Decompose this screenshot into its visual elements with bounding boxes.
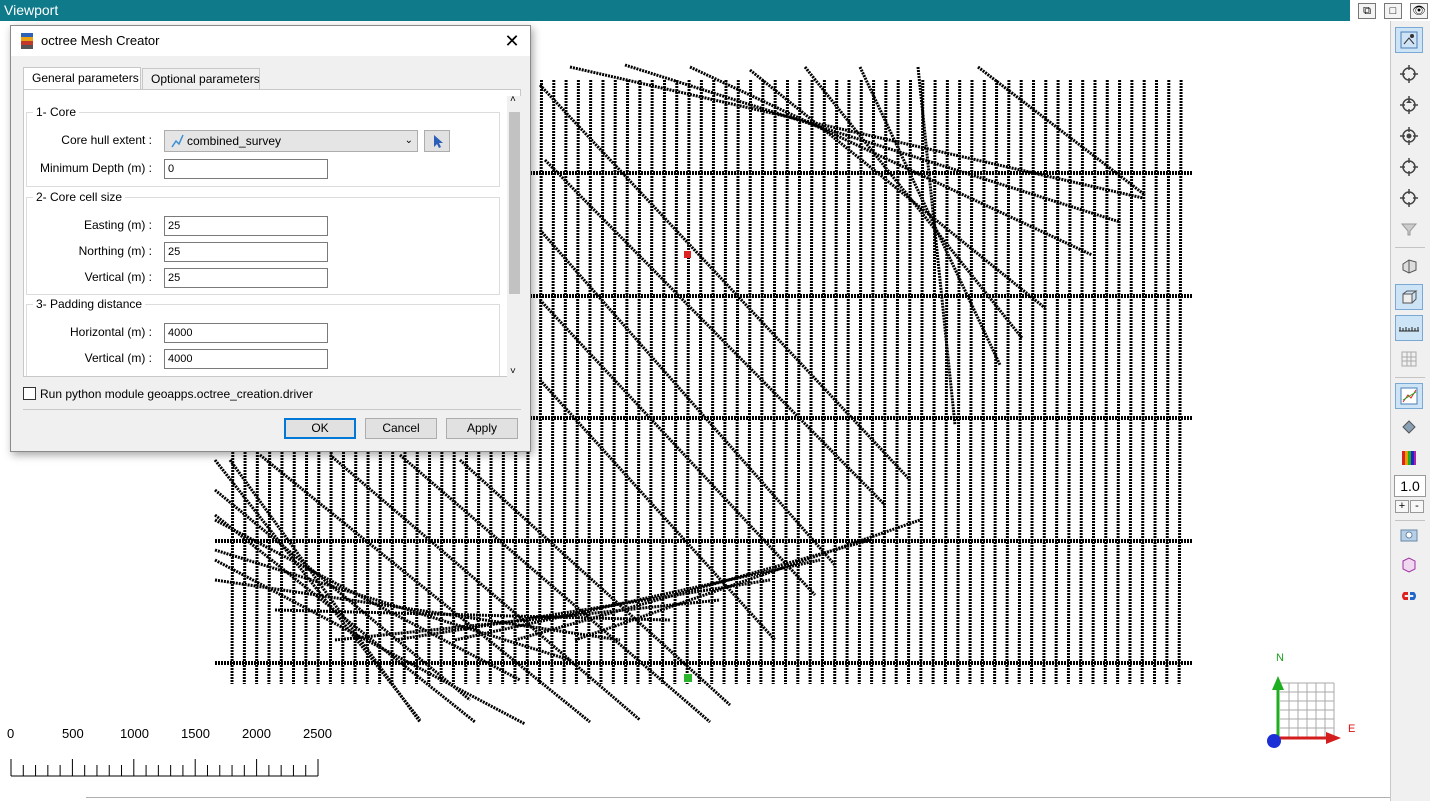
easting-label: Easting (m) : [83, 218, 152, 232]
scale-label: 0 [7, 726, 15, 741]
magnet-icon[interactable] [1395, 583, 1423, 609]
cursor-icon [434, 135, 443, 148]
run-python-label: Run python module geoapps.octree_creatio… [40, 387, 313, 401]
min-depth-input[interactable]: 0 [164, 159, 328, 179]
cancel-button[interactable]: Cancel [365, 418, 437, 439]
padding-vertical-label: Vertical (m) : [84, 351, 152, 365]
core-cell-size-group: 2- Core cell size Easting (m) : 25 North… [26, 190, 500, 295]
min-depth-label: Minimum Depth (m) : [39, 161, 152, 175]
dialog-titlebar: octree Mesh Creator ✕ [11, 26, 530, 56]
zoom-value[interactable]: 1.0 [1394, 475, 1426, 497]
paint-bucket-icon[interactable] [1395, 414, 1423, 440]
dialog-title: octree Mesh Creator [41, 33, 160, 48]
view-east-icon[interactable] [1395, 154, 1423, 180]
easting-input[interactable]: 25 [164, 216, 328, 236]
vertical-input[interactable]: 25 [164, 268, 328, 288]
maximize-icon[interactable]: □ [1384, 3, 1402, 19]
vertical-label: Vertical (m) : [84, 270, 152, 284]
padding-horizontal-input[interactable]: 4000 [164, 323, 328, 343]
filter-icon[interactable] [1395, 216, 1423, 242]
app-icon [21, 33, 33, 49]
orthographic-icon[interactable] [1395, 284, 1423, 310]
padding-vertical-input[interactable]: 4000 [164, 349, 328, 369]
view-center-icon[interactable] [1395, 123, 1423, 149]
northing-label: Northing (m) : [78, 244, 152, 258]
screenshot-icon[interactable] [1395, 521, 1423, 547]
group-title: 1- Core [33, 105, 80, 119]
scale-label: 1000 [120, 726, 149, 741]
viewport-title: Viewport [0, 0, 1350, 21]
tab-general-parameters[interactable]: General parameters [23, 67, 141, 91]
scale-label: 2500 [303, 726, 332, 741]
restore-icon[interactable]: ⧉ [1358, 3, 1376, 19]
chart-icon[interactable] [1395, 383, 1423, 409]
apply-button[interactable]: Apply [446, 418, 518, 439]
axis-triad-graphic [1267, 676, 1341, 748]
core-hull-select[interactable]: combined_survey ⌄ [164, 130, 418, 152]
northing-input[interactable]: 25 [164, 242, 328, 262]
dialog-scrollbar[interactable]: ˄ ˅ [507, 94, 522, 377]
axis-triad: N E [1262, 650, 1362, 750]
scale-label: 2000 [242, 726, 271, 741]
right-toolbar: 1.0 + - [1390, 21, 1430, 801]
pick-object-button[interactable] [424, 130, 450, 152]
view-north-icon[interactable] [1395, 92, 1423, 118]
octree-mesh-creator-dialog: octree Mesh Creator ✕ General parameters… [10, 25, 531, 452]
zoom-extents-icon[interactable] [1395, 27, 1423, 53]
survey-icon [171, 134, 184, 148]
east-label: E [1348, 723, 1356, 735]
ok-button[interactable]: OK [284, 418, 356, 439]
scale-ticks [10, 759, 319, 777]
group-title: 2- Core cell size [33, 190, 126, 204]
perspective-icon[interactable] [1395, 253, 1423, 279]
zoom-in-button[interactable]: + [1395, 500, 1409, 513]
scroll-down-icon[interactable]: ˅ [510, 366, 516, 377]
chevron-down-icon: ⌄ [404, 135, 413, 146]
hull-label: Core hull extent : [61, 133, 152, 147]
north-label: N [1276, 652, 1284, 664]
run-python-checkbox[interactable] [23, 387, 36, 400]
view-top-icon[interactable] [1395, 61, 1423, 87]
visibility-toggle-icon[interactable]: 👁 [1410, 3, 1428, 19]
scroll-up-icon[interactable]: ˄ [510, 94, 516, 105]
scroll-thumb[interactable] [509, 112, 520, 294]
scale-label: 1500 [181, 726, 210, 741]
ruler-icon[interactable] [1395, 315, 1423, 341]
padding-horizontal-label: Horizontal (m) : [69, 325, 152, 339]
grid-icon[interactable] [1395, 346, 1423, 372]
view-west-icon[interactable] [1395, 185, 1423, 211]
general-parameters-pane: 1- Core Core hull extent : combined_surv… [23, 89, 521, 377]
padding-distance-group: 3- Padding distance Horizontal (m) : 400… [26, 297, 500, 376]
scale-label: 500 [62, 726, 84, 741]
close-icon[interactable]: ✕ [502, 31, 522, 51]
object-icon[interactable] [1395, 552, 1423, 578]
tab-optional-parameters[interactable]: Optional parameters [142, 68, 260, 90]
divider [23, 409, 521, 410]
hull-value: combined_survey [187, 134, 282, 148]
group-title: 3- Padding distance [33, 297, 146, 311]
colorbar-icon[interactable] [1395, 445, 1423, 471]
core-group: 1- Core Core hull extent : combined_surv… [26, 105, 500, 187]
zoom-out-button[interactable]: - [1410, 500, 1424, 513]
viewport-border [86, 797, 1390, 798]
